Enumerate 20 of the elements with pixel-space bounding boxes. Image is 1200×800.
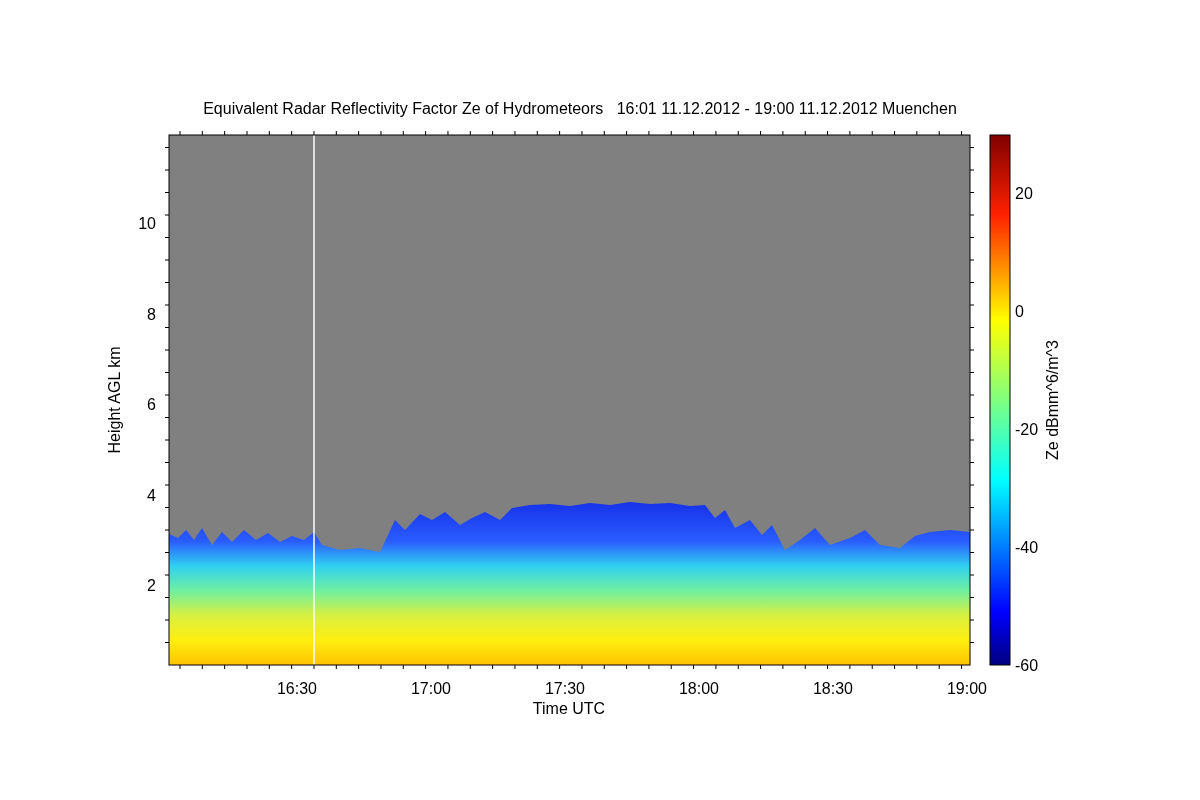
- colorbar-tick-label: -20: [1015, 421, 1039, 438]
- colorbar-label: Ze dBmm^6/m^3: [1044, 340, 1061, 460]
- colorbar-tick-label: -40: [1015, 539, 1039, 556]
- y-axis-label: Height AGL km: [106, 346, 123, 454]
- x-axis-label: Time UTC: [532, 700, 606, 717]
- colorbar-tick-label: 0: [1015, 303, 1024, 320]
- x-tick-label: 17:30: [545, 680, 585, 697]
- chart-title: Equivalent Radar Reflectivity Factor Ze of Hydrometeors 16:01 11.12.2012 - 19:00 11.12.2012 Muenchen: [203, 100, 957, 117]
- y-tick-label: 8: [147, 305, 156, 323]
- x-tick-label: 19:00: [947, 680, 987, 697]
- x-tick-label: 17:00: [411, 680, 451, 697]
- y-tick-label: 2: [147, 577, 156, 594]
- y-tick-label: 6: [147, 396, 156, 413]
- y-tick-label: 10: [138, 215, 156, 232]
- y-tick-label: 4: [147, 486, 156, 504]
- colorbar-tick-label: 20: [1015, 185, 1033, 202]
- colorbar-tick-label: -60: [1015, 657, 1039, 674]
- x-tick-label: 18:30: [813, 680, 853, 697]
- x-tick-label: 18:00: [679, 680, 719, 697]
- x-tick-label: 16:30: [277, 680, 317, 697]
